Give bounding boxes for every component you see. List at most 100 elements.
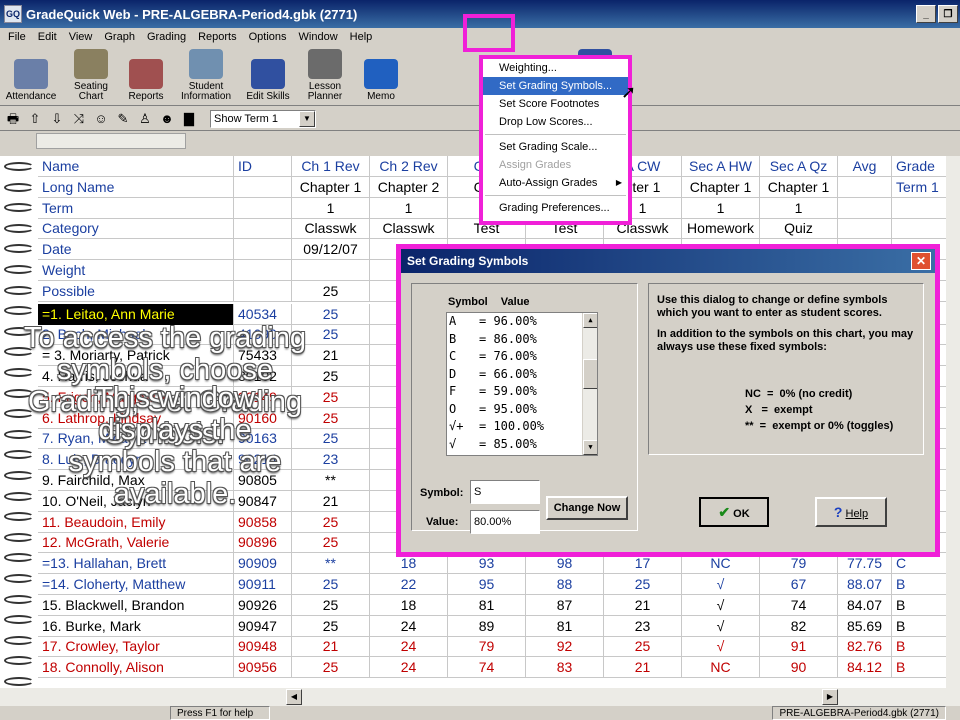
student-id[interactable]: 90896 [234, 532, 292, 554]
scroll-left-icon[interactable]: ◀ [286, 689, 302, 705]
header-cell[interactable]: 25 [292, 280, 370, 302]
score-cell[interactable]: ** [292, 470, 370, 491]
student-name[interactable]: 11. Beaudoin, Emily [38, 511, 234, 533]
student-row[interactable]: 17. Crowley, Taylor 90948 21 24 79 92 25 √ 91 82.… [38, 636, 950, 658]
toolbar-reports-button[interactable]: Reports [120, 47, 172, 105]
header-cell[interactable]: Quiz [760, 218, 838, 240]
score-cell[interactable]: B [892, 657, 950, 679]
student-id[interactable]: 90858 [234, 511, 292, 533]
student-name[interactable]: 18. Connolly, Alison [38, 657, 234, 679]
student-id[interactable]: 90947 [234, 615, 292, 637]
header-cell[interactable]: Classwk [370, 218, 448, 240]
student-name[interactable]: 5. Frigon, Margeaux [38, 386, 234, 408]
score-cell[interactable]: 23 [604, 615, 682, 637]
score-cell[interactable]: 25 [292, 407, 370, 429]
arrow-down-icon[interactable]: ⇩ [49, 111, 65, 127]
score-cell[interactable]: 84.12 [838, 657, 892, 679]
score-cell[interactable]: 25 [292, 657, 370, 679]
header-cell[interactable]: Classwk [292, 218, 370, 240]
menu-item-set-grading-scale[interactable]: Set Grading Scale... [483, 138, 628, 156]
header-cell[interactable]: ID [234, 156, 292, 177]
horizontal-scrollbar[interactable]: ◀ ▶ [0, 688, 960, 706]
menu-view[interactable]: View [63, 31, 99, 43]
score-cell[interactable]: 21 [292, 636, 370, 658]
score-cell[interactable]: 82.76 [838, 636, 892, 658]
score-cell[interactable]: 85.69 [838, 615, 892, 637]
toolbar-student-information-button[interactable]: Student Information [172, 47, 240, 105]
student-id[interactable]: 90948 [234, 636, 292, 658]
value-input[interactable]: 80.00% [470, 510, 540, 534]
ok-button[interactable]: ✔ OK [699, 497, 769, 527]
student-name[interactable]: 17. Crowley, Taylor [38, 636, 234, 658]
score-cell[interactable]: 25 [292, 324, 370, 346]
symbol-list-item[interactable]: C = 76.00% [447, 348, 597, 366]
symbol-list-item[interactable]: F = 59.00% [447, 383, 597, 401]
score-cell[interactable]: 25 [292, 594, 370, 616]
change-now-button[interactable]: Change Now [546, 496, 628, 520]
score-cell[interactable]: 25 [292, 574, 370, 595]
score-cell[interactable]: 25 [292, 366, 370, 387]
header-cell[interactable] [292, 260, 370, 281]
score-cell[interactable]: 67 [760, 574, 838, 595]
student-id[interactable]: 90214 [234, 449, 292, 471]
header-cell[interactable] [234, 197, 292, 219]
score-cell[interactable]: 88 [526, 574, 604, 595]
header-cell[interactable]: 09/12/07 [292, 239, 370, 261]
header-cell[interactable] [234, 176, 292, 198]
menu-item-auto-assign-grades[interactable]: Auto-Assign Grades ▶ [483, 174, 628, 192]
teacher-icon[interactable]: ☻ [159, 111, 175, 127]
symbol-list-item[interactable]: D = 66.00% [447, 366, 597, 384]
header-cell[interactable]: 1 [370, 197, 448, 219]
scroll-up-icon[interactable]: ▲ [583, 313, 597, 328]
student-id[interactable]: 90149 [234, 386, 292, 408]
student-name[interactable]: 9. Fairchild, Max [38, 470, 234, 491]
menu-help[interactable]: Help [344, 31, 379, 43]
header-cell[interactable]: Sec A HW [682, 156, 760, 177]
student-id[interactable]: 90956 [234, 657, 292, 679]
score-cell[interactable]: B [892, 615, 950, 637]
vertical-scrollbar[interactable] [946, 156, 960, 688]
symbol-input[interactable]: S [470, 480, 540, 504]
symbol-list-item[interactable]: √ = 85.00% [447, 436, 597, 454]
student-row[interactable]: 15. Blackwell, Brandon 90926 25 18 81 87 21 √ 74… [38, 594, 950, 616]
score-cell[interactable]: 25 [604, 636, 682, 658]
student-id[interactable]: 90911 [234, 574, 292, 595]
score-cell[interactable]: 81 [448, 594, 526, 616]
chevron-down-icon[interactable]: ▼ [299, 110, 315, 127]
student-id[interactable]: 90160 [234, 407, 292, 429]
student-name[interactable]: 4. Harris, Joshua [38, 366, 234, 387]
score-cell[interactable]: 88.07 [838, 574, 892, 595]
score-cell[interactable]: 22 [370, 574, 448, 595]
arrow-up-icon[interactable]: ⇧ [27, 111, 43, 127]
help-button[interactable]: ? Help [815, 497, 887, 527]
score-cell[interactable]: 25 [292, 532, 370, 554]
student-name[interactable]: 7. Ryan, Micaela [38, 428, 234, 450]
score-cell[interactable]: √ [682, 594, 760, 616]
symbol-list-item[interactable]: A = 96.00% [447, 313, 597, 331]
toolbar-lesson-planner-button[interactable]: Lesson Planner [296, 47, 354, 105]
header-cell[interactable]: Chapter 1 [760, 176, 838, 198]
menu-item-set-grading-symbols[interactable]: Set Grading Symbols... [483, 77, 628, 95]
student-name[interactable]: 15. Blackwell, Brandon [38, 594, 234, 616]
header-cell[interactable] [838, 176, 892, 198]
edit-icon[interactable]: ✎ [115, 111, 131, 127]
chart-icon[interactable]: ▇ [181, 111, 197, 127]
minimize-button[interactable]: _ [916, 5, 936, 23]
scroll-right-icon[interactable]: ▶ [822, 689, 838, 705]
toolbar-memo-button[interactable]: Memo [354, 47, 408, 105]
score-cell[interactable]: 91 [760, 636, 838, 658]
student-name[interactable]: 12. McGrath, Valerie [38, 532, 234, 554]
toolbar-edit-skills-button[interactable]: Edit Skills [240, 47, 296, 105]
toolbar-seating-chart-button[interactable]: Seating Chart [62, 47, 120, 105]
scroll-down-icon[interactable]: ▼ [583, 440, 597, 455]
student-id[interactable]: 90805 [234, 470, 292, 491]
header-cell[interactable]: Avg [838, 156, 892, 177]
score-cell[interactable]: 25 [292, 303, 370, 325]
menu-item-weighting[interactable]: Weighting... [483, 59, 628, 77]
student-name[interactable]: =13. Hallahan, Brett [38, 553, 234, 575]
header-cell[interactable] [234, 260, 292, 281]
printer-icon[interactable]: 🖶 [5, 111, 21, 127]
symbols-list[interactable]: A = 96.00% B = 86.00% C = 76.00% D = 66.00% F = 5… [446, 312, 598, 456]
header-cell[interactable] [838, 197, 892, 219]
student-row[interactable]: 16. Burke, Mark 90947 25 24 89 81 23 √ 82 85.69 B [38, 615, 950, 637]
